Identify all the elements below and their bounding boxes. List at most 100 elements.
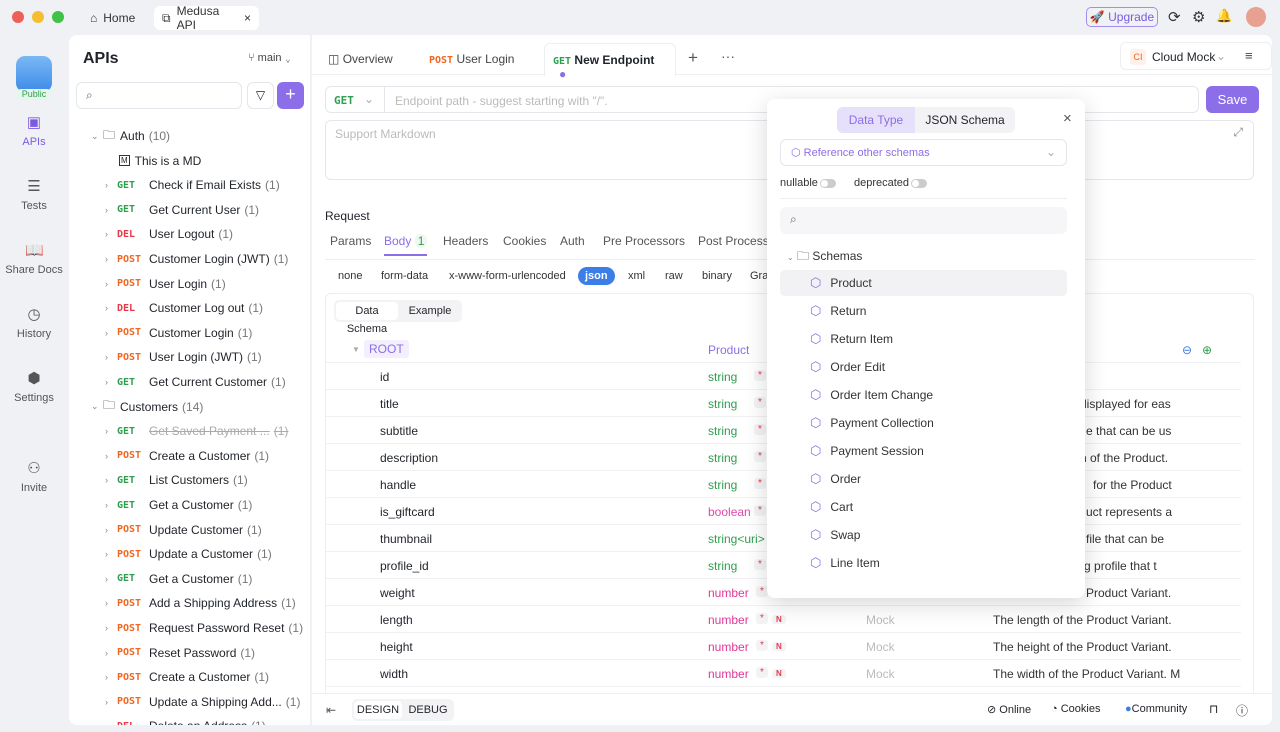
add-field-icon[interactable]: ⊕ [1202, 343, 1212, 357]
schema-search-input[interactable]: ⌕ [780, 207, 1067, 234]
save-button[interactable]: Save [1206, 86, 1259, 113]
tab-example[interactable]: Example [400, 302, 460, 320]
endpoint-item[interactable]: › POST Reset Password (1) [105, 641, 255, 665]
help-icon[interactable]: ⓘ [1236, 702, 1248, 719]
more-tabs-icon[interactable]: ··· [721, 48, 735, 64]
schema-item[interactable]: ⬡ Product [780, 270, 1067, 296]
tab-home[interactable]: ⌂ Home [82, 6, 143, 30]
endpoint-item[interactable]: › GET Check if Email Exists (1) [105, 173, 280, 197]
tab-auth[interactable]: Auth [560, 234, 585, 248]
add-tab-button[interactable]: + [688, 48, 698, 68]
nullable-toggle[interactable]: nullable [780, 177, 836, 189]
close-window-button[interactable] [12, 11, 24, 23]
required-badge[interactable]: * [754, 559, 766, 570]
tab-medusa-api[interactable]: ⧉ Medusa API × [154, 4, 259, 32]
endpoint-item[interactable]: › POST User Login (JWT) (1) [105, 345, 262, 369]
tab-new-endpoint[interactable]: GET New Endpoint ● [544, 43, 676, 81]
body-type-binary[interactable]: binary [695, 267, 739, 285]
branch-select[interactable]: ⑂ main ⌄ [248, 52, 291, 64]
endpoint-item[interactable]: › POST Customer Login (1) [105, 321, 252, 345]
tab-data-schema[interactable]: Data Schema [336, 302, 398, 335]
body-type-json[interactable]: json [578, 267, 615, 285]
required-badge[interactable]: * [756, 613, 768, 624]
bell-icon[interactable]: 🔔 [1216, 8, 1232, 24]
endpoint-item[interactable]: › POST Create a Customer (1) [105, 444, 269, 468]
mock-field[interactable]: Mock [866, 640, 895, 654]
schemas-folder[interactable]: ⌄ 🗀 Schemas [787, 247, 862, 268]
schema-item[interactable]: ⬡ Line Item [780, 550, 1067, 576]
minimize-window-button[interactable] [32, 11, 44, 23]
folder-auth[interactable]: ⌄ 🗀 Auth (10) [91, 124, 170, 148]
gear-icon[interactable]: ⚙ [1192, 8, 1205, 26]
schema-item[interactable]: ⬡ Order Edit [780, 354, 1067, 380]
rail-item-share-docs[interactable]: 📖 Share Docs [0, 242, 68, 276]
schema-item[interactable]: ⬡ Order [780, 466, 1067, 492]
tab-body[interactable]: Body 1 [384, 234, 428, 256]
schema-item[interactable]: ⬡ Payment Collection [780, 410, 1067, 436]
environment-select[interactable]: CI Cloud Mock ⌄ ≡ [1120, 42, 1272, 70]
body-type-raw[interactable]: raw [658, 267, 690, 285]
close-icon[interactable]: × [1063, 110, 1072, 127]
filter-button[interactable]: ▽ [247, 82, 274, 109]
schema-item[interactable]: ⬡ Return Item [780, 326, 1067, 352]
rail-item-settings[interactable]: ⬢ Settings [0, 370, 68, 404]
endpoint-item[interactable]: › GET Get a Customer (1) [105, 567, 252, 591]
endpoint-item[interactable]: › GET Get Saved Payment ... (1) [105, 419, 288, 443]
mock-field[interactable]: Mock [866, 613, 895, 627]
deprecated-toggle[interactable]: deprecated [854, 177, 928, 189]
endpoint-item[interactable]: › DEL User Logout (1) [105, 222, 233, 246]
api-search-input[interactable]: ⌕ [76, 82, 242, 109]
avatar[interactable] [1246, 7, 1266, 27]
doc-item[interactable]: M This is a MD [119, 149, 201, 173]
body-type-form-data[interactable]: form-data [374, 267, 435, 285]
tab-overview[interactable]: ◫ Overview [328, 52, 393, 66]
schema-item[interactable]: ⬡ Return [780, 298, 1067, 324]
endpoint-item[interactable]: › DEL Customer Log out (1) [105, 296, 263, 320]
cookies-button[interactable]: ◔ Cookies [1051, 703, 1100, 715]
required-badge[interactable]: * [756, 667, 768, 678]
upgrade-button[interactable]: 🚀 Upgrade [1086, 7, 1158, 27]
more-icon[interactable]: ⊖ [1182, 343, 1192, 357]
required-badge[interactable]: * [754, 478, 766, 489]
schema-item[interactable]: ⬡ Cart [780, 494, 1067, 520]
design-mode-button[interactable]: DESIGN [354, 701, 402, 719]
maximize-window-button[interactable] [52, 11, 64, 23]
required-badge[interactable]: * [754, 397, 766, 408]
endpoint-item[interactable]: › GET Get a Customer (1) [105, 493, 252, 517]
add-button[interactable]: + [277, 82, 304, 109]
rail-item-history[interactable]: ◷ History [0, 306, 68, 340]
endpoint-item[interactable]: › POST Update a Customer (1) [105, 542, 272, 566]
method-select[interactable]: GET [334, 94, 354, 107]
body-type-xml[interactable]: xml [621, 267, 652, 285]
body-type-none[interactable]: none [331, 267, 369, 285]
endpoint-item[interactable]: ›DELDelete an Address(1) [105, 714, 266, 725]
collapse-icon[interactable]: ⇤ [326, 703, 336, 717]
community-button[interactable]: ●Community [1125, 703, 1187, 715]
rail-item-invite[interactable]: ⚇ Invite [0, 460, 68, 494]
required-badge[interactable]: * [754, 505, 766, 516]
endpoint-item[interactable]: › POST Update Customer (1) [105, 518, 262, 542]
endpoint-item[interactable]: › GET List Customers (1) [105, 468, 248, 492]
tab-cookies[interactable]: Cookies [503, 234, 546, 248]
field-row[interactable]: height number * N Mock The height of the… [326, 633, 1241, 660]
endpoint-item[interactable]: › GET Get Current Customer (1) [105, 370, 286, 394]
schema-item[interactable]: ⬡ Swap [780, 522, 1067, 548]
endpoint-item[interactable]: › GET Get Current User (1) [105, 198, 259, 222]
tab-data-type[interactable]: Data Type [837, 107, 915, 133]
field-row[interactable]: width number * N Mock The width of the P… [326, 660, 1241, 687]
required-badge[interactable]: * [754, 370, 766, 381]
endpoint-item[interactable]: › POST User Login (1) [105, 272, 226, 296]
tab-post-process[interactable]: Post Process [698, 234, 769, 248]
online-status[interactable]: ⊘ Online [987, 703, 1031, 716]
refresh-icon[interactable]: ⟳ [1168, 8, 1181, 26]
tab-json-schema[interactable]: JSON Schema [915, 107, 1015, 133]
reference-schema-select[interactable]: ⬡ Reference other schemas ⌄ [780, 139, 1067, 166]
folder-customers[interactable]: ⌄ 🗀 Customers (14) [91, 395, 203, 419]
nullable-badge[interactable]: N [772, 669, 786, 678]
endpoint-item[interactable]: › POST Customer Login (JWT) (1) [105, 247, 288, 271]
rail-item-apis[interactable]: ▣ APIs [0, 114, 68, 148]
tab-params[interactable]: Params [330, 234, 371, 248]
expand-icon[interactable]: ⤢ [1233, 125, 1243, 140]
required-badge[interactable]: * [756, 640, 768, 651]
endpoint-item[interactable]: › POST Update a Shipping Add... (1) [105, 690, 300, 714]
